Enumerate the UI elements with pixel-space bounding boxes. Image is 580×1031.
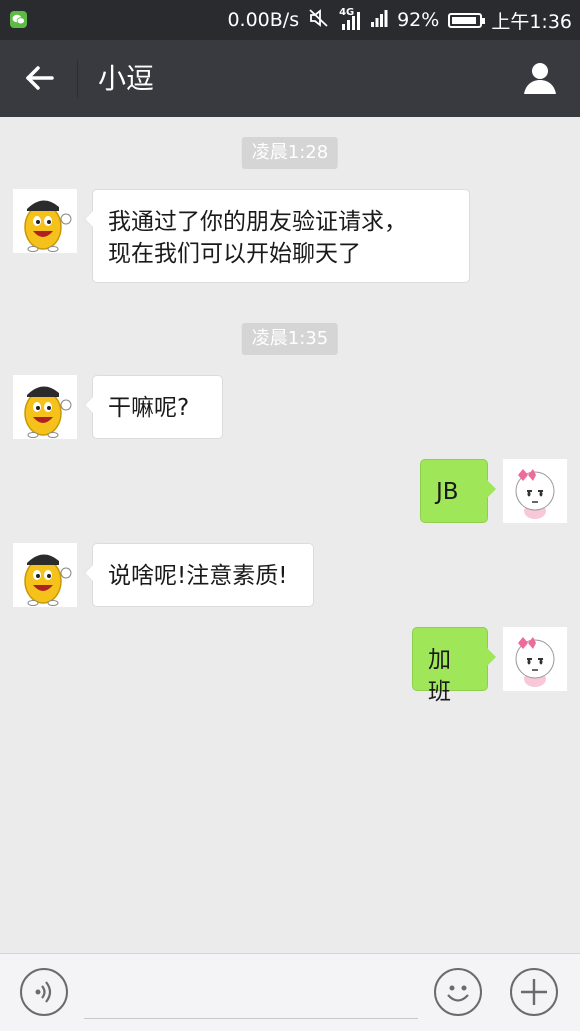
message-list[interactable]: 凌晨1:28 我通过了你的朋友验证请求， 现在我们可以开始聊天了 凌晨1:35	[0, 117, 580, 953]
contact-avatar[interactable]	[13, 375, 77, 439]
message-text-line: 我通过了你的朋友验证请求，	[108, 209, 407, 235]
yellow-bean-cartoon-avatar	[24, 386, 72, 438]
message-text: 干嘛呢?	[108, 395, 190, 421]
message-text: JB	[436, 479, 459, 505]
plus-icon	[521, 979, 547, 1005]
emoji-icon	[447, 985, 469, 1002]
yellow-bean-cartoon-avatar	[24, 200, 72, 252]
chat-header: 小逗	[0, 40, 580, 117]
my-avatar[interactable]	[503, 627, 567, 691]
title-divider	[77, 60, 78, 98]
outgoing-message-bubble[interactable]: JB	[420, 459, 496, 523]
back-button[interactable]	[22, 60, 58, 96]
wechat-notification-icon	[10, 11, 27, 28]
network-speed: 0.00B/s	[227, 9, 300, 31]
more-functions-button[interactable]	[510, 968, 558, 1016]
contact-avatar[interactable]	[13, 543, 77, 607]
timestamp: 凌晨1:35	[241, 323, 339, 355]
emoji-button[interactable]	[434, 968, 482, 1016]
battery-icon	[448, 12, 486, 28]
status-bar: 0.00B/s 4G 92% 上午1:36	[0, 0, 580, 40]
clock: 上午1:36	[491, 10, 572, 33]
girl-with-bow-avatar	[515, 469, 555, 519]
signal-icon	[370, 8, 388, 33]
message-text-line: 现在我们可以开始聊天了	[108, 241, 361, 267]
voice-button[interactable]	[20, 968, 68, 1016]
yellow-bean-cartoon-avatar	[24, 554, 72, 606]
battery-percent: 92%	[397, 9, 440, 31]
incoming-message-bubble[interactable]: 干嘛呢?	[84, 375, 223, 439]
incoming-message-bubble[interactable]: 说啥呢!注意素质!	[84, 543, 314, 607]
contact-avatar[interactable]	[13, 189, 77, 253]
arrow-left-icon	[26, 66, 54, 90]
voice-icon	[35, 981, 52, 1003]
chat-title: 小逗	[98, 62, 155, 95]
chat-info-button[interactable]	[520, 58, 560, 98]
message-text: 说啥呢!注意素质!	[108, 563, 288, 589]
message-input[interactable]	[84, 968, 418, 1019]
message-text: 加班	[428, 647, 451, 705]
girl-with-bow-avatar	[515, 637, 555, 687]
outgoing-message-bubble[interactable]: 加班	[412, 627, 496, 705]
4g-signal-icon: 4G	[339, 8, 361, 32]
incoming-message-bubble[interactable]: 我通过了你的朋友验证请求， 现在我们可以开始聊天了	[84, 189, 470, 283]
timestamp: 凌晨1:28	[241, 137, 339, 169]
my-avatar[interactable]	[503, 459, 567, 523]
person-icon	[524, 63, 556, 94]
mute-icon	[308, 8, 330, 33]
input-bar	[0, 953, 580, 1031]
